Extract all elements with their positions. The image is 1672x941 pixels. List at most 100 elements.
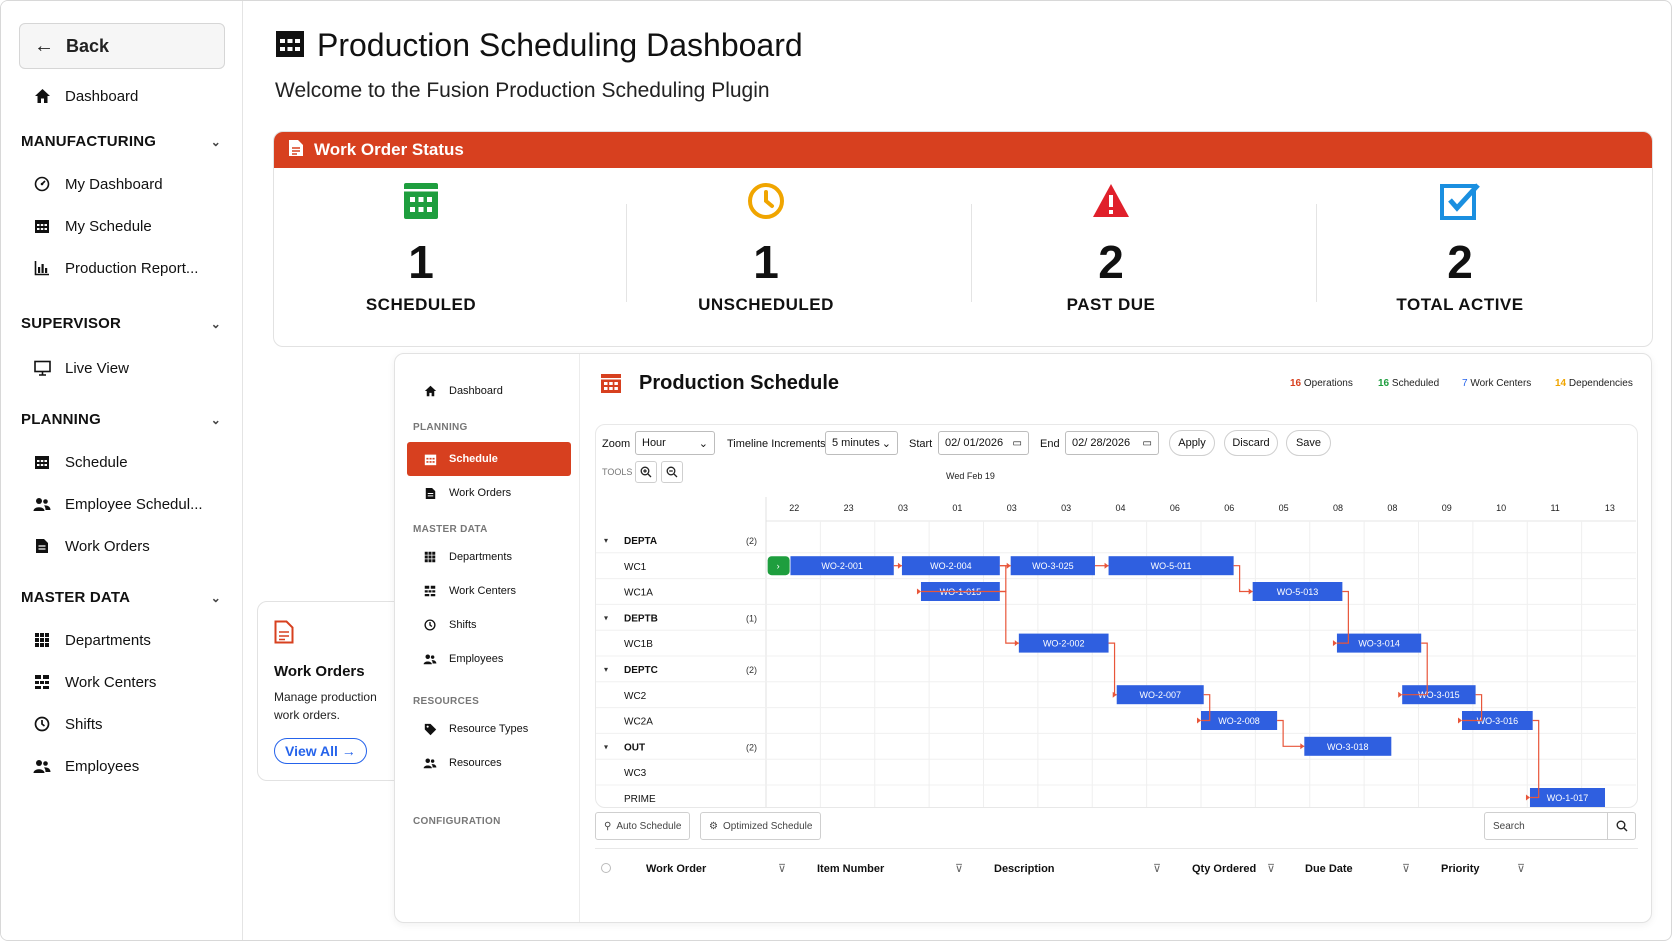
inner-item-label: Work Centers: [449, 585, 517, 597]
hour-tick-label: 13: [1605, 503, 1615, 513]
inner-item-resources[interactable]: Resources: [423, 756, 502, 770]
sidebar-item-label: Live View: [65, 359, 129, 377]
column-header[interactable]: Item Number: [817, 863, 884, 875]
inner-item-shifts[interactable]: Shifts: [423, 618, 477, 632]
column-header[interactable]: Due Date: [1305, 863, 1353, 875]
document-icon: [274, 620, 400, 649]
gantt-chart: Wed Feb 19 22 23 03 01 03 03 04 06 06 05 08 08 09 10 11…: [596, 471, 1636, 807]
inner-item-dashboard[interactable]: Dashboard: [423, 384, 503, 398]
dependency-arrowhead: [1300, 743, 1305, 750]
search-icon[interactable]: [1607, 813, 1635, 839]
zoom-select[interactable]: Hour ⌄: [635, 431, 715, 455]
apply-button[interactable]: Apply: [1169, 430, 1215, 456]
legend-count: 14: [1555, 378, 1567, 389]
view-all-button[interactable]: View All →: [274, 738, 367, 764]
filter-icon[interactable]: ⊽: [778, 862, 786, 875]
optimized-schedule-button[interactable]: ⚙ Optimized Schedule: [700, 812, 822, 840]
group-row-label: OUT: [624, 742, 645, 753]
button-label: Auto Schedule: [616, 820, 682, 832]
sidebar-item-work-centers[interactable]: Work Centers: [33, 673, 156, 691]
checkbox-icon: [1310, 182, 1610, 225]
gantt-bar-label: WO-3-025: [1032, 561, 1074, 571]
sidebar-item-production-report[interactable]: Production Report...: [33, 259, 198, 277]
sidebar-item-employees[interactable]: Employees: [33, 757, 139, 775]
auto-schedule-button[interactable]: ⚲ Auto Schedule: [595, 812, 691, 840]
sidebar-section-manufacturing[interactable]: MANUFACTURING ⌄: [21, 133, 221, 150]
sidebar-item-live-view[interactable]: Live View: [33, 359, 129, 377]
select-all-checkbox[interactable]: [601, 863, 611, 873]
inner-item-employees[interactable]: Employees: [423, 652, 503, 666]
sidebar-item-shifts[interactable]: Shifts: [33, 715, 103, 733]
card-title: Work Orders: [274, 663, 365, 680]
sidebar-item-label: Employee Schedul...: [65, 495, 203, 513]
end-date-input[interactable]: 02/ 28/2026 ▭: [1065, 431, 1159, 455]
page-title: Production Scheduling Dashboard: [317, 27, 803, 63]
gantt-bar-label: WO-2-004: [930, 561, 972, 571]
filter-icon[interactable]: ⊽: [1267, 862, 1275, 875]
sidebar-section-planning[interactable]: PLANNING ⌄: [21, 411, 221, 428]
stat-label: UNSCHEDULED: [698, 295, 834, 314]
filter-icon[interactable]: ⊽: [955, 862, 963, 875]
save-button[interactable]: Save: [1286, 430, 1331, 456]
page-header: Production Scheduling Dashboard: [275, 27, 803, 64]
column-header[interactable]: Description: [994, 863, 1055, 875]
sidebar-item-my-dashboard[interactable]: My Dashboard: [33, 175, 163, 193]
filter-icon[interactable]: ⊽: [1153, 862, 1161, 875]
inner-item-schedule[interactable]: Schedule: [423, 452, 498, 466]
column-header[interactable]: Priority: [1441, 863, 1480, 875]
hour-tick-label: 03: [898, 503, 908, 513]
resource-row-label: PRIME: [624, 794, 656, 805]
search-input[interactable]: Search: [1484, 812, 1636, 840]
stat-past-due: 2 PAST DUE: [961, 182, 1261, 315]
sidebar: ← Back Dashboard MANUFACTURING ⌄ My Dashb…: [1, 1, 243, 940]
hour-tick-label: 06: [1170, 503, 1180, 513]
inner-item-departments[interactable]: Departments: [423, 550, 512, 564]
sidebar-section-master-data[interactable]: MASTER DATA ⌄: [21, 589, 221, 606]
gantt-bar-label: WO-2-001: [821, 561, 863, 571]
filter-icon[interactable]: ⊽: [1402, 862, 1410, 875]
start-date-input[interactable]: 02/ 01/2026 ▭: [938, 431, 1029, 455]
dependency-arrowhead: [916, 588, 921, 595]
sidebar-item-work-orders[interactable]: Work Orders: [33, 537, 150, 555]
users-icon: [33, 495, 51, 513]
sidebar-item-departments[interactable]: Departments: [33, 631, 151, 649]
inner-section-planning: PLANNING: [413, 422, 468, 433]
gantt-bar-label: WO-5-011: [1151, 561, 1192, 571]
column-header[interactable]: Work Order: [646, 863, 706, 875]
legend-count: 16: [1378, 378, 1390, 389]
chevron-down-icon: ⌄: [210, 412, 221, 427]
discard-button[interactable]: Discard: [1224, 430, 1278, 456]
sidebar-item-my-schedule[interactable]: My Schedule: [33, 217, 152, 235]
hour-tick-label: 05: [1279, 503, 1289, 513]
hour-tick-label: 08: [1387, 503, 1397, 513]
increments-select[interactable]: 5 minutes ⌄: [825, 431, 898, 455]
filter-icon[interactable]: ⊽: [1517, 862, 1525, 875]
hour-tick-label: 01: [952, 503, 962, 513]
clock-icon: [33, 715, 51, 733]
sidebar-item-schedule[interactable]: Schedule: [33, 453, 128, 471]
stat-label: SCHEDULED: [365, 295, 477, 314]
group-row-label: DEPTC: [624, 665, 658, 676]
column-header[interactable]: Qty Ordered: [1192, 863, 1256, 875]
card-description: Manage production work orders.: [274, 690, 377, 722]
inner-item-work-centers[interactable]: Work Centers: [423, 584, 516, 598]
inner-item-work-orders[interactable]: Work Orders: [423, 486, 511, 500]
dependency-link: [999, 590, 1019, 644]
users-icon: [423, 652, 437, 666]
collapse-icon: ▾: [604, 665, 608, 674]
tag-icon: [423, 722, 437, 736]
sidebar-section-supervisor[interactable]: SUPERVISOR ⌄: [21, 315, 221, 332]
inner-item-label: Work Orders: [449, 487, 512, 499]
group-row-count: (2): [746, 536, 757, 546]
collapse-icon: ▾: [604, 742, 608, 751]
inner-item-resource-types[interactable]: Resource Types: [423, 722, 528, 736]
legend-scheduled: 16 Scheduled: [1378, 378, 1439, 389]
users-icon: [423, 756, 437, 770]
sidebar-item-dashboard[interactable]: Dashboard: [33, 87, 138, 105]
back-button[interactable]: ← Back: [19, 23, 225, 69]
stat-value: 2: [1447, 236, 1473, 288]
dependency-arrowhead: [1014, 640, 1019, 647]
document-icon: [33, 537, 51, 555]
inner-item-label: Dashboard: [449, 385, 503, 397]
sidebar-item-employee-schedule[interactable]: Employee Schedul...: [33, 495, 203, 513]
